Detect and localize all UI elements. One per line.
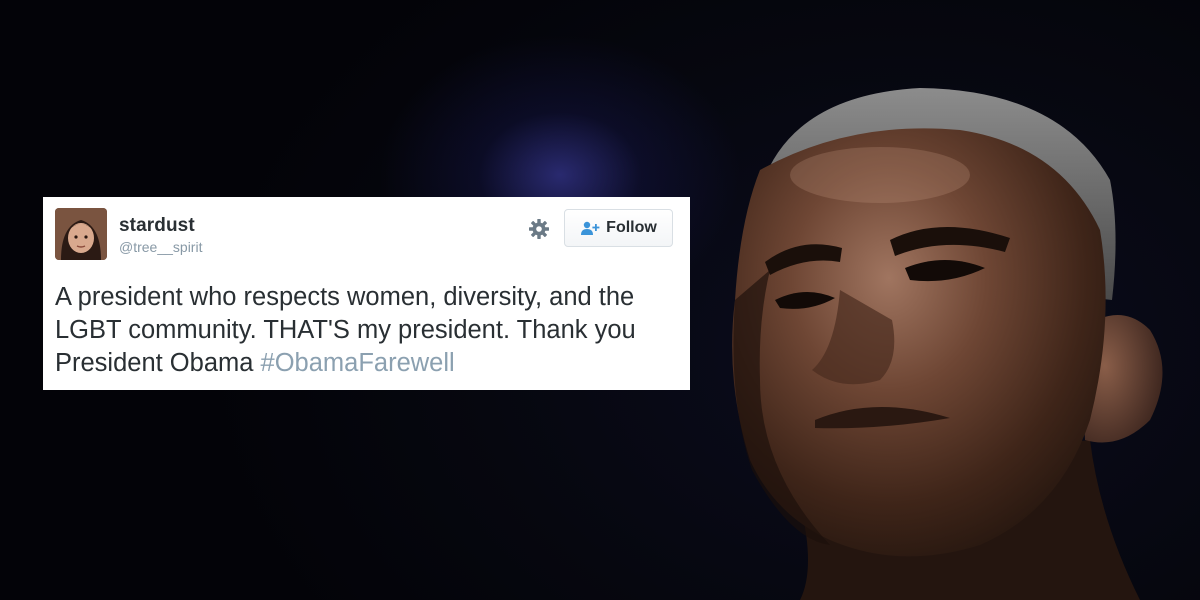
tweet-card: stardust @tree__spirit Follow A presiden…: [43, 197, 690, 390]
follow-button[interactable]: Follow: [564, 209, 673, 247]
hashtag-link[interactable]: #ObamaFarewell: [261, 349, 455, 377]
avatar[interactable]: [55, 208, 107, 260]
follow-label: Follow: [606, 219, 657, 236]
add-user-icon: [580, 220, 600, 236]
display-name[interactable]: stardust: [119, 215, 195, 237]
gear-icon[interactable]: [527, 217, 551, 241]
tweet-text: A president who respects women, diversit…: [55, 281, 680, 380]
photo-background: stardust @tree__spirit Follow A presiden…: [0, 0, 1200, 600]
user-handle[interactable]: @tree__spirit: [119, 239, 202, 255]
